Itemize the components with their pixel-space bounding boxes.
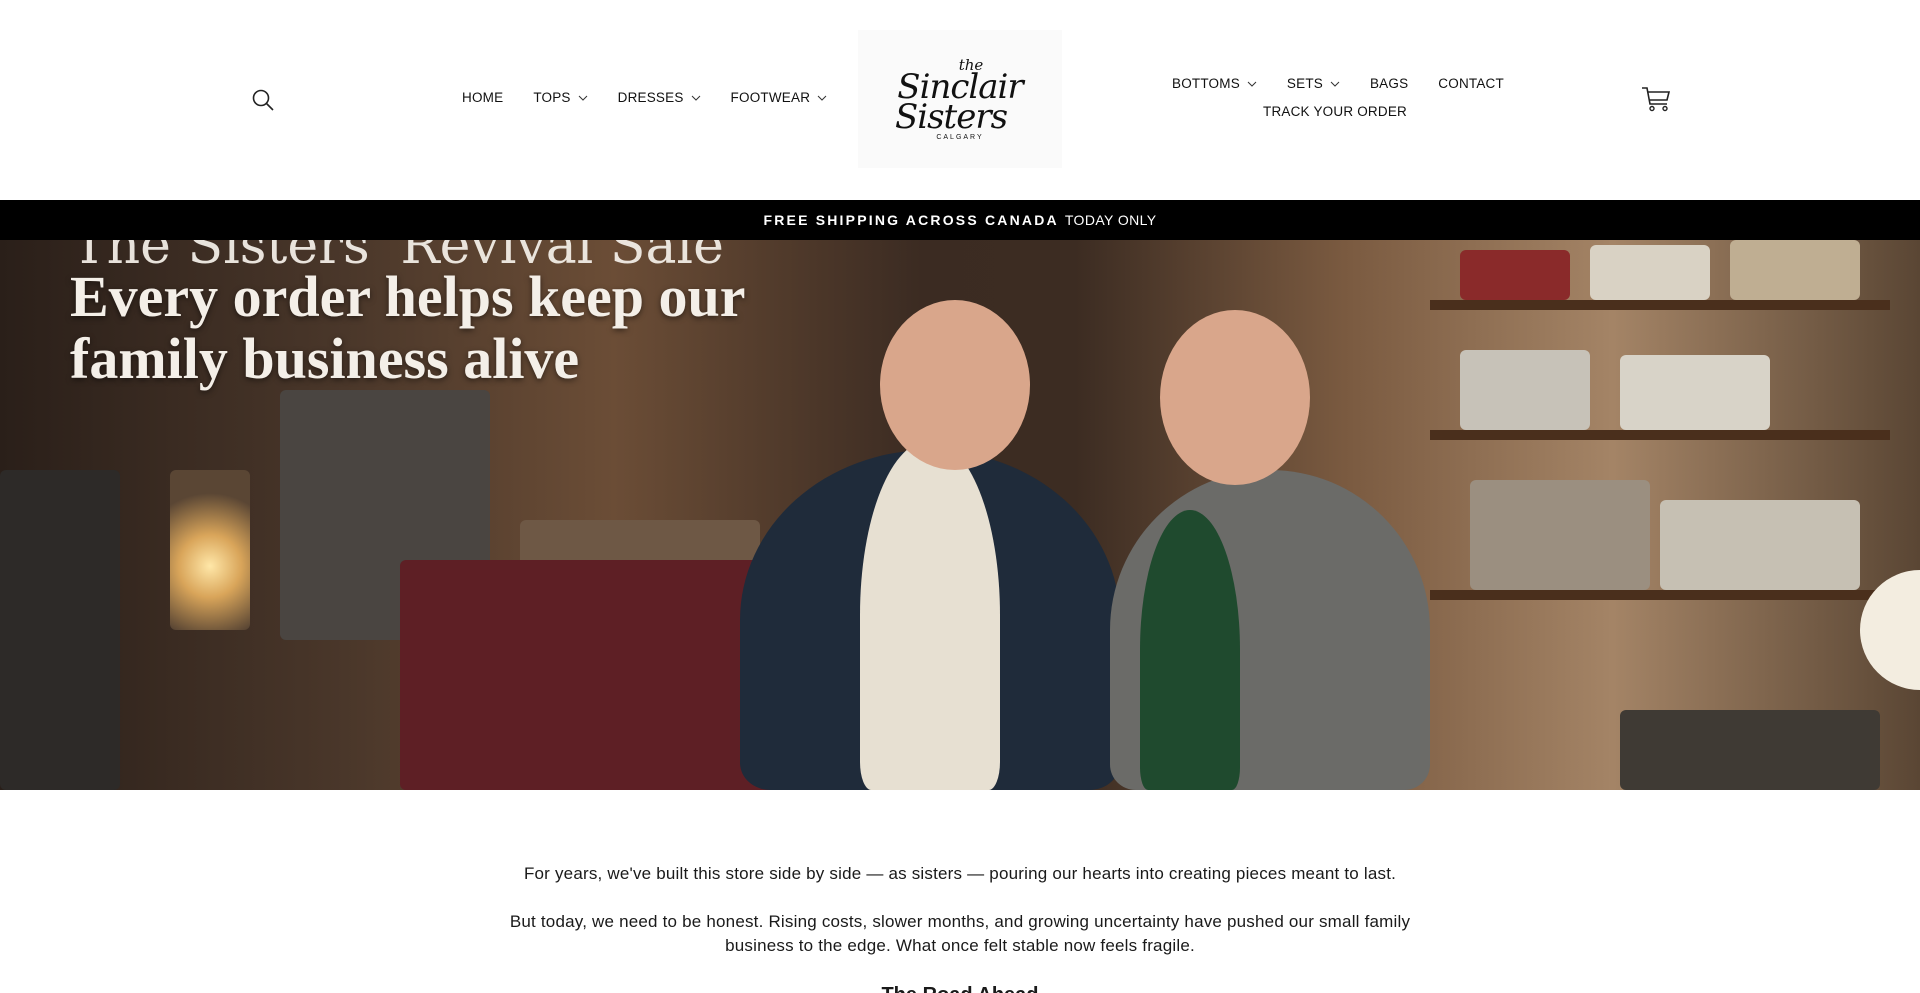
announcement-bold-text: FREE SHIPPING ACROSS CANADA [763, 212, 1059, 228]
nav-item-label: TRACK YOUR ORDER [1263, 104, 1407, 119]
story-paragraph: For years, we've built this store side b… [523, 864, 1397, 883]
nav-item-label: SETS [1286, 76, 1323, 91]
nav-item-contact[interactable]: CONTACT [1438, 76, 1504, 91]
chevron-down-icon [1330, 81, 1340, 87]
hero-face-left [880, 300, 1030, 470]
hero-shelf [1430, 430, 1890, 440]
primary-nav-left: HOME TOPS DRESSES FOOTWEAR [462, 90, 857, 105]
search-button[interactable] [251, 88, 275, 112]
hero-sweater-stack [1620, 710, 1880, 790]
nav-item-bottoms[interactable]: BOTTOMS [1172, 76, 1257, 91]
hero-banner: The Sisters' Revival Sale Every order he… [0, 240, 1920, 790]
nav-item-bags[interactable]: BAGS [1370, 76, 1408, 91]
nav-item-label: TOPS [533, 90, 571, 105]
chevron-down-icon [817, 95, 827, 101]
hero-sweater-stack [1730, 240, 1860, 300]
hero-headline: Every order helps keep our family busine… [70, 264, 745, 391]
store-logo[interactable]: the Sinclair Sisters CALGARY [858, 30, 1062, 168]
logo-city: CALGARY [936, 133, 984, 141]
hero-sweater-stack [1590, 245, 1710, 300]
nav-item-home[interactable]: HOME [462, 90, 503, 105]
story-section: For years, we've built this store side b… [0, 862, 1920, 982]
hero-person-right-shirt [1140, 510, 1240, 790]
hero-sweater-stack [1620, 355, 1770, 430]
nav-item-label: FOOTWEAR [730, 90, 811, 105]
secondary-nav-right: TRACK YOUR ORDER [1263, 104, 1437, 119]
hero-face-right [1160, 310, 1310, 485]
nav-item-footwear[interactable]: FOOTWEAR [731, 90, 828, 105]
announcement-light-text: TODAY ONLY [1064, 212, 1157, 228]
nav-item-tops[interactable]: TOPS [533, 90, 587, 105]
primary-nav-right: BOTTOMS SETS BAGS CONTACT [1172, 76, 1534, 91]
nav-item-dresses[interactable]: DRESSES [618, 90, 701, 105]
logo-line2: Sisters [894, 96, 1008, 137]
hero-shelf [1430, 300, 1890, 310]
story-paragraph: But today, we need to be honest. Rising … [509, 912, 1411, 955]
hero-rack [0, 470, 120, 790]
hero-person-left-sweater [860, 440, 1000, 790]
hero-table-lamp [1860, 570, 1920, 690]
hero-sweater-stack [1460, 350, 1590, 430]
hero-shelf [1430, 590, 1890, 600]
chevron-down-icon [1247, 81, 1257, 87]
hero-sweater-stack [1460, 250, 1570, 300]
cart-icon [1642, 87, 1671, 112]
nav-item-sets[interactable]: SETS [1287, 76, 1340, 91]
cart-button[interactable] [1641, 86, 1671, 112]
hero-sweater-stack [1470, 480, 1650, 590]
chevron-down-icon [578, 95, 587, 101]
nav-item-label: BOTTOMS [1172, 76, 1240, 91]
search-icon [252, 89, 274, 111]
site-header: HOME TOPS DRESSES FOOTWEAR the Sinclair … [0, 0, 1920, 200]
hero-sweater-stack [1660, 500, 1860, 590]
nav-item-label: HOME [462, 90, 504, 105]
chevron-down-icon [691, 95, 700, 101]
nav-item-label: CONTACT [1438, 76, 1504, 91]
nav-item-track-order[interactable]: TRACK YOUR ORDER [1263, 104, 1407, 119]
nav-item-label: DRESSES [617, 90, 684, 105]
story-subheading: The Road Ahead [0, 984, 1920, 993]
nav-item-label: BAGS [1369, 76, 1409, 91]
announcement-bar: FREE SHIPPING ACROSS CANADA TODAY ONLY [0, 200, 1920, 240]
hero-lamp [170, 470, 250, 630]
